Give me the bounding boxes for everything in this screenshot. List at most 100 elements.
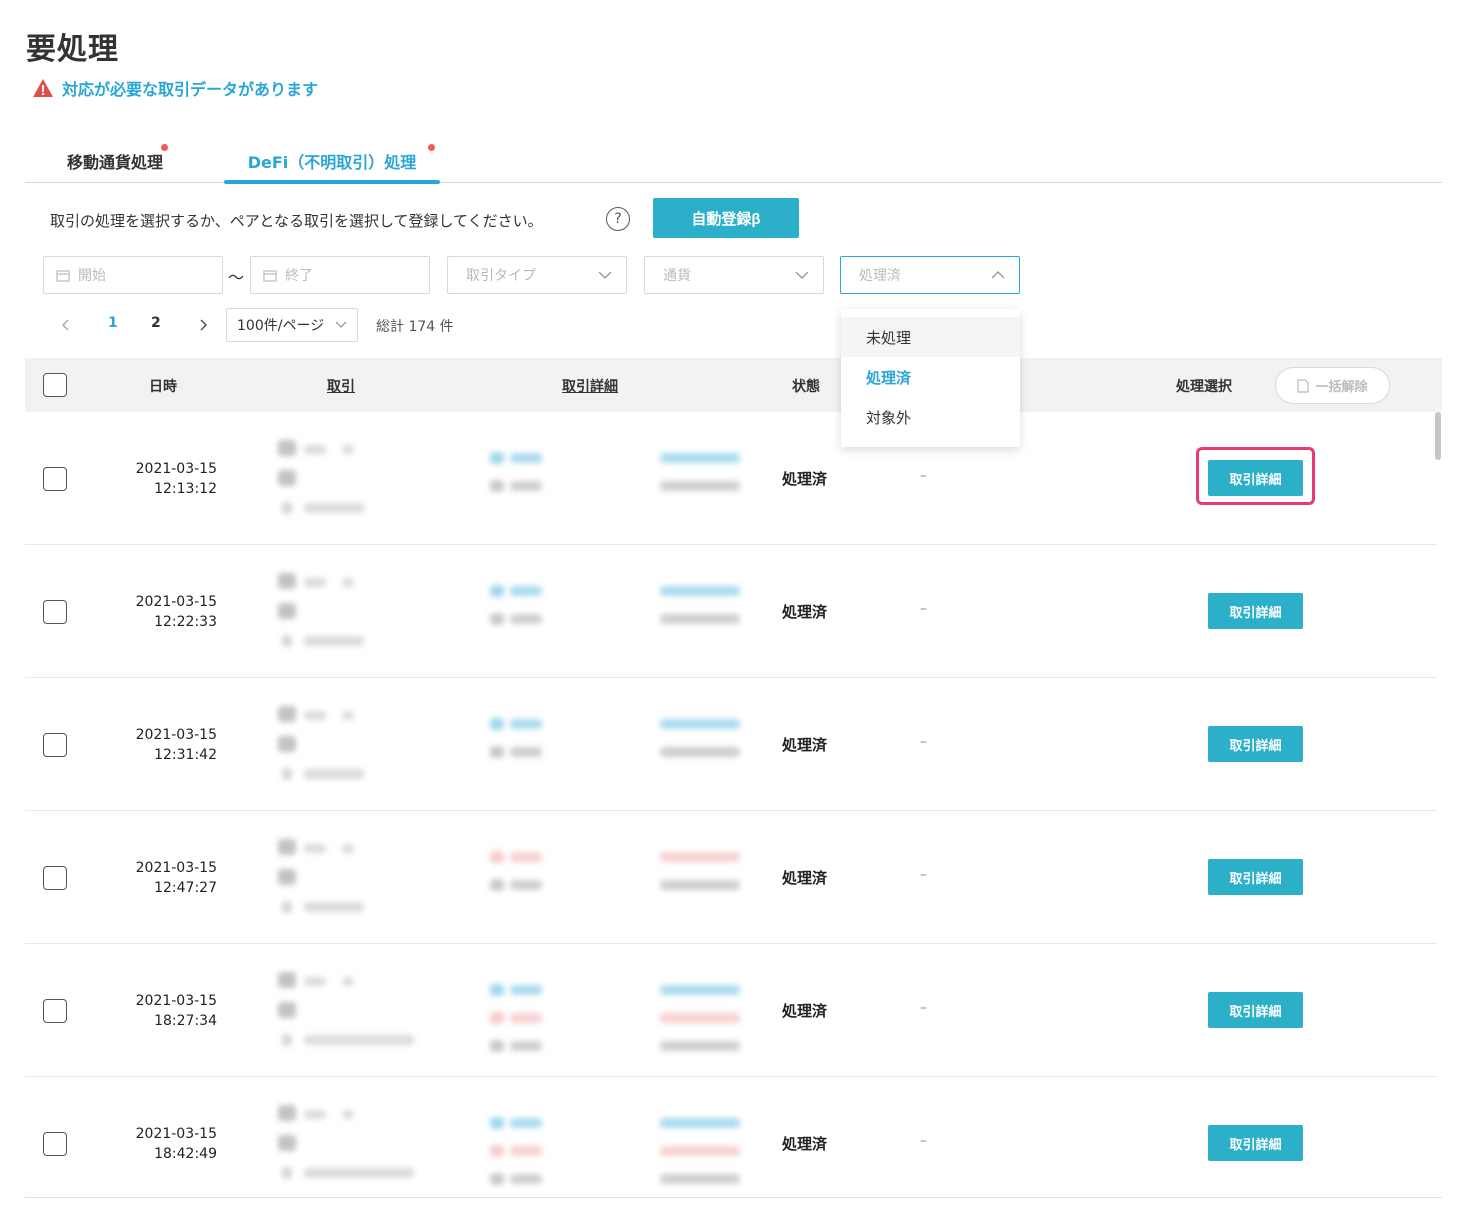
row-note: – [920,1133,927,1149]
blurred-detail [455,545,745,677]
tab-defi[interactable]: DeFi（不明取引）処理 [224,140,440,184]
row-datetime: 2021-03-15 12:22:33 [135,594,217,630]
table-row: 2021-03-15 18:42:49 処理済 – 取引詳細 [25,1077,1437,1210]
redacted-block [304,977,326,986]
instruction-text: 取引の処理を選択するか、ペアとなる取引を選択して登録してください。 [50,212,543,230]
bulk-release-label: 一括解除 [1315,379,1368,394]
redacted-block [278,470,296,486]
end-date-input[interactable]: 終了 [250,256,430,294]
tab-transfer-currency[interactable]: 移動通貨処理 [25,140,205,182]
redacted-block [278,869,296,885]
document-icon [1297,378,1310,393]
table-row: 2021-03-15 12:13:12 処理済 – 取引詳細 [25,412,1437,545]
status-select-value: 処理済 [859,268,901,284]
redacted-block [660,719,740,729]
transaction-detail-button[interactable]: 取引詳細 [1208,593,1303,629]
redacted-block [490,879,504,891]
redacted-block [660,880,740,890]
row-datetime: 2021-03-15 12:47:27 [135,860,217,896]
redacted-block [660,1174,740,1184]
row-checkbox[interactable] [43,1132,67,1156]
redacted-block [510,1041,542,1051]
auto-register-button[interactable]: 自動登録β [653,198,799,238]
header-detail[interactable]: 取引詳細 [562,376,618,396]
row-checkbox[interactable] [43,733,67,757]
status-option-excluded[interactable]: 対象外 [841,397,1020,437]
table-header: 日時 取引 取引詳細 状態 処理選択 一括解除 [25,358,1442,412]
redacted-block [660,481,740,491]
redacted-block [282,901,292,913]
redacted-block [510,1174,542,1184]
transaction-detail-button[interactable]: 取引詳細 [1208,992,1303,1028]
notification-dot [161,144,168,151]
status-select[interactable]: 処理済 [840,256,1020,294]
calendar-icon [56,269,70,282]
redacted-block [282,502,292,514]
transaction-detail-button[interactable]: 取引詳細 [1208,460,1303,496]
redacted-block [510,985,542,995]
header-transaction[interactable]: 取引 [327,376,355,396]
redacted-block [510,481,542,491]
tab-label: DeFi（不明取引）処理 [247,153,417,172]
row-state: 処理済 [782,603,828,621]
page-title: 要処理 [26,32,119,67]
redacted-block [278,573,296,589]
redacted-block [278,736,296,752]
redacted-block [660,1146,740,1156]
row-datetime: 2021-03-15 12:13:12 [135,461,217,497]
header-datetime: 日時 [149,379,177,395]
table-row: 2021-03-15 12:31:42 処理済 – 取引詳細 [25,678,1437,811]
currency-select[interactable]: 通貨 [644,256,824,294]
chevron-down-icon [335,321,347,328]
redacted-block [304,1110,326,1119]
notification-dot [428,144,435,151]
blurred-detail [455,678,745,810]
currency-placeholder: 通貨 [663,268,691,284]
redacted-block [490,613,504,625]
bulk-release-button[interactable]: 一括解除 [1275,367,1390,404]
redacted-block [282,1167,292,1179]
status-dropdown-menu: 未処理 処理済 対象外 [841,309,1020,447]
per-page-select[interactable]: 100件/ページ [226,308,358,342]
redacted-block [304,578,326,587]
page-1-link[interactable]: 1 [108,315,118,331]
vertical-scrollbar[interactable] [1435,412,1441,460]
redacted-block [510,1146,542,1156]
row-checkbox[interactable] [43,600,67,624]
row-checkbox[interactable] [43,866,67,890]
redacted-block [278,839,296,855]
redacted-block [278,972,296,988]
help-icon[interactable]: ? [606,207,630,231]
select-all-checkbox[interactable] [43,373,67,397]
transaction-detail-button[interactable]: 取引詳細 [1208,859,1303,895]
redacted-block [490,1173,504,1185]
transaction-detail-button[interactable]: 取引詳細 [1208,1125,1303,1161]
status-option-processed[interactable]: 処理済 [841,357,1020,397]
transaction-detail-button[interactable]: 取引詳細 [1208,726,1303,762]
redacted-block [510,1013,542,1023]
next-page-icon[interactable] [195,315,211,335]
redacted-block [342,445,354,454]
redacted-block [304,503,364,513]
row-state: 処理済 [782,869,828,887]
redacted-block [304,711,326,720]
row-checkbox[interactable] [43,467,67,491]
redacted-block [660,453,740,463]
row-state: 処理済 [782,470,828,488]
calendar-icon [263,269,277,282]
prev-page-icon[interactable] [58,315,74,335]
row-note: – [920,468,927,484]
page-2-link[interactable]: 2 [151,315,161,331]
redacted-block [660,614,740,624]
redacted-block [510,614,542,624]
warning-icon [33,79,53,97]
row-checkbox[interactable] [43,999,67,1023]
redacted-block [278,1135,296,1151]
status-option-unprocessed[interactable]: 未処理 [841,317,1020,357]
start-date-input[interactable]: 開始 [43,256,223,294]
redacted-block [490,746,504,758]
blurred-detail [455,811,745,943]
row-datetime: 2021-03-15 18:42:49 [135,1126,217,1162]
redacted-block [490,1012,504,1024]
transaction-type-select[interactable]: 取引タイプ [447,256,627,294]
